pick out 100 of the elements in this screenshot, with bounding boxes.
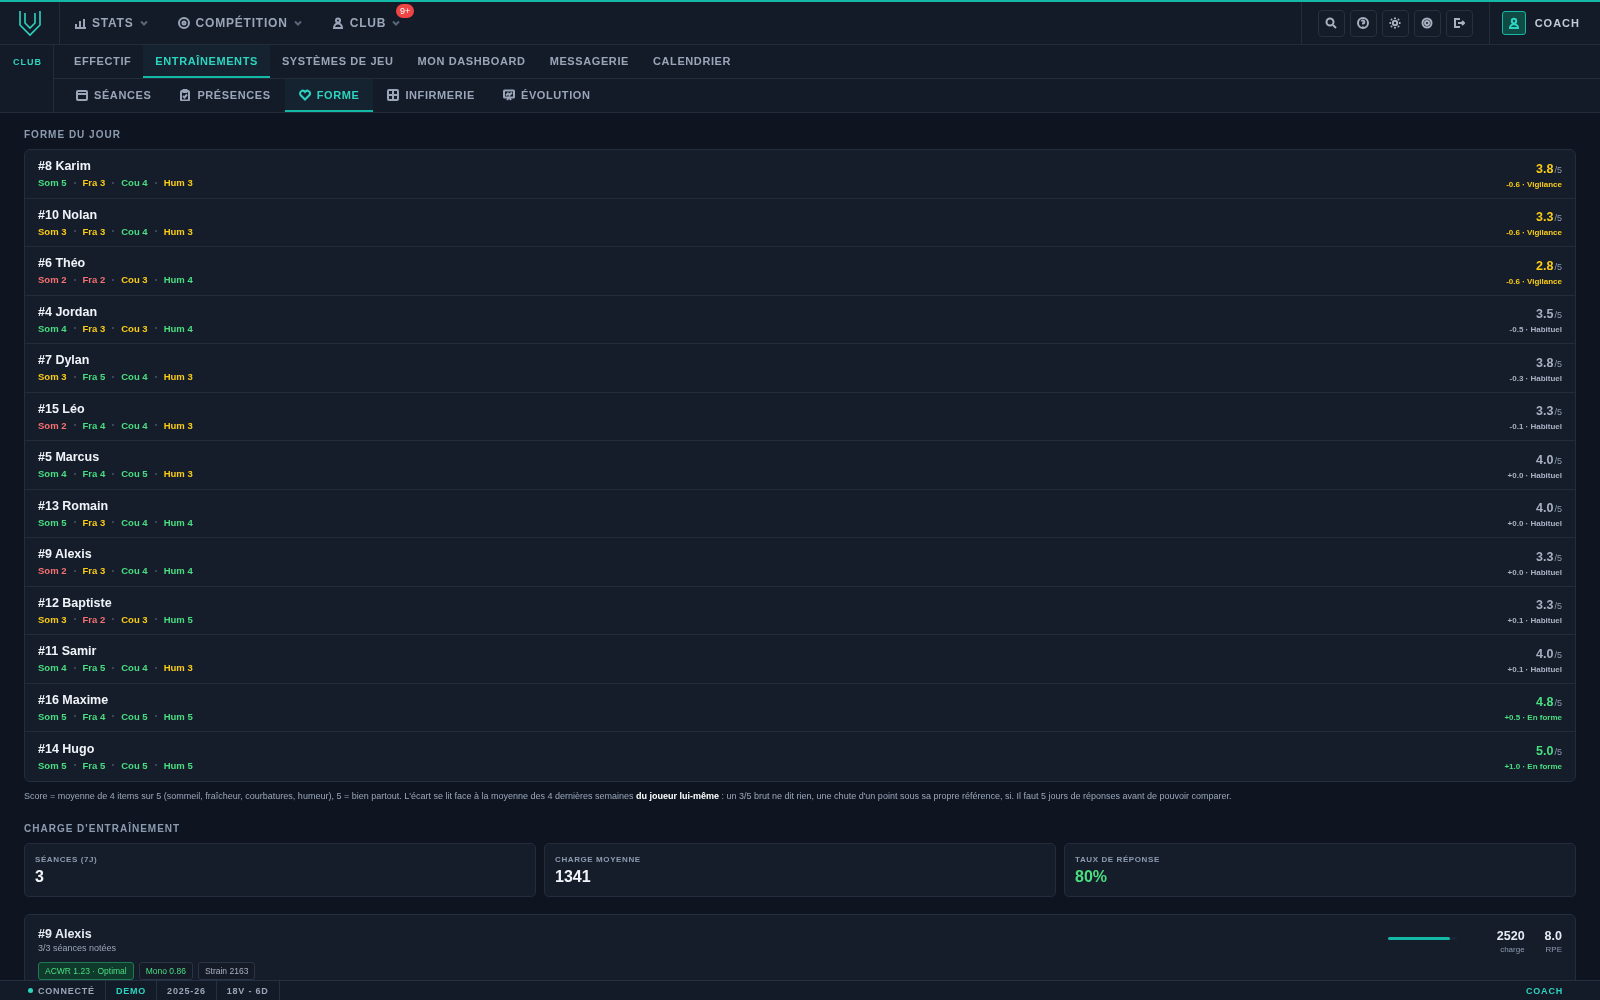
metric-value: Hum 5 xyxy=(163,710,193,722)
sub-tab[interactable]: INFIRMERIE xyxy=(373,79,489,112)
metric-value: Fra 4 xyxy=(82,419,106,431)
metric-value: Som 4 xyxy=(38,662,67,674)
metric-value: Hum 4 xyxy=(163,516,193,528)
metric-value: Fra 2 xyxy=(82,274,106,286)
form-score: 5.0 xyxy=(1536,744,1554,759)
metric-value: Hum 5 xyxy=(163,759,193,771)
metric-value: Fra 3 xyxy=(82,516,106,528)
status-text: 2025-26 xyxy=(167,985,206,996)
form-trend: -0.1 · Habituel xyxy=(1509,422,1562,432)
status-text: DEMO xyxy=(115,985,147,996)
caret-icon xyxy=(293,19,302,27)
form-trend: +1.0 · En forme xyxy=(1504,762,1562,772)
player-name: #6 Théo xyxy=(38,256,87,271)
metric-value: Som 4 xyxy=(38,322,67,334)
logout-button[interactable] xyxy=(1445,9,1473,37)
status-text: 18V - 6D xyxy=(226,985,269,996)
form-score: 3.3 xyxy=(1536,549,1554,564)
metric-value: Cou 4 xyxy=(121,371,148,383)
form-trend: +0.0 · Habituel xyxy=(1507,567,1562,577)
metric-tag: Strain 2163 xyxy=(197,961,256,980)
metric-value: Cou 4 xyxy=(121,662,148,674)
section-tab[interactable]: CALENDRIER xyxy=(641,45,744,78)
nav-menu[interactable]: STATS xyxy=(74,12,148,34)
sub-tab[interactable]: PRÉSENCES xyxy=(165,79,285,112)
sun-icon xyxy=(1389,17,1402,29)
load-label: charge xyxy=(1499,944,1525,954)
ratings-count: 3/3 séances notées xyxy=(38,942,118,953)
score-scale: /5 xyxy=(1554,649,1562,660)
score-scale: /5 xyxy=(1554,747,1562,758)
score-scale: /5 xyxy=(1554,164,1562,175)
form-score: 3.3 xyxy=(1536,598,1554,613)
metric-value: Fra 3 xyxy=(82,177,106,189)
metric-value: Hum 4 xyxy=(163,322,193,334)
metric-value: Fra 4 xyxy=(82,468,106,480)
explanation-note: Score = moyenne de 4 items sur 5 (sommeil, fraîcheur, courbatures, humeur), 5 = bien partout. L'écart se lit face à la moyenne des 4 dernières semaines du joueur lui-même : un 3/5 brut ne dit rien, une chute d'un point sous sa propre référence, si. Il faut 5 jours de réponses avant de pouvoir comparer. xyxy=(24,790,1233,801)
user-icon xyxy=(1507,17,1520,29)
metric-value: Hum 4 xyxy=(163,565,193,577)
form-score: 3.3 xyxy=(1536,404,1554,419)
score-scale: /5 xyxy=(1554,310,1562,321)
score-scale: /5 xyxy=(1554,261,1562,272)
metric-value: Fra 5 xyxy=(82,759,106,771)
settings-button[interactable] xyxy=(1413,9,1441,37)
metric-value: Cou 4 xyxy=(121,177,148,189)
metric-value: Cou 4 xyxy=(121,419,148,431)
section-label: CLUB xyxy=(0,45,54,112)
metric-value: Hum 5 xyxy=(163,613,193,625)
player-name: #12 Baptiste xyxy=(38,595,113,610)
help-button[interactable] xyxy=(1349,9,1377,37)
player-name: #9 Alexis xyxy=(38,926,93,941)
metric-value: Cou 3 xyxy=(121,613,148,625)
metric-value: Som 2 xyxy=(38,565,67,577)
section-tab[interactable]: MON DASHBOARD xyxy=(405,45,538,78)
nav-menu[interactable]: COMPÉTITION xyxy=(177,12,302,34)
search-button[interactable] xyxy=(1317,9,1345,37)
metric-value: Som 5 xyxy=(38,177,67,189)
player-name: #7 Dylan xyxy=(38,353,91,368)
metric-value: Fra 5 xyxy=(82,662,106,674)
rpe-label: RPE xyxy=(1544,944,1562,954)
form-score: 2.8 xyxy=(1536,258,1554,273)
section-heading: CHARGE D'ENTRAÎNEMENT xyxy=(24,822,182,834)
sub-tab[interactable]: FORME xyxy=(284,79,374,112)
score-scale: /5 xyxy=(1554,601,1562,612)
metric-value: Cou 3 xyxy=(121,274,148,286)
sun-button[interactable] xyxy=(1381,9,1409,37)
person-icon xyxy=(331,17,344,29)
player-name: #14 Hugo xyxy=(38,741,96,756)
grid-icon xyxy=(387,88,400,101)
help-icon xyxy=(1357,17,1370,29)
section-tab[interactable]: EFFECTIF xyxy=(62,45,144,78)
metric-value: Som 3 xyxy=(38,371,67,383)
calendar-icon xyxy=(76,88,88,101)
metric-tag: ACWR 1.23 · Optimal xyxy=(38,961,134,980)
metric-value: Cou 5 xyxy=(121,710,148,722)
score-scale: /5 xyxy=(1554,407,1562,418)
form-trend: +0.5 · En forme xyxy=(1504,713,1562,723)
stat-label: CHARGE MOYENNE xyxy=(555,854,642,864)
form-trend: +0.0 · Habituel xyxy=(1507,470,1562,480)
metric-value: Som 3 xyxy=(38,613,67,625)
section-tab[interactable]: SYSTÈMES DE JEU xyxy=(269,45,406,78)
metric-value: Cou 5 xyxy=(121,468,148,480)
metric-value: Hum 3 xyxy=(163,371,193,383)
metric-value: Fra 3 xyxy=(82,322,106,334)
sub-tab[interactable]: SÉANCES xyxy=(62,79,166,112)
form-trend: -0.6 · Vigilance xyxy=(1506,179,1562,189)
metric-value: Som 5 xyxy=(38,759,67,771)
section-tab[interactable]: MESSAGERIE xyxy=(537,45,641,78)
player-name: #8 Karim xyxy=(38,159,92,174)
user-avatar-button[interactable] xyxy=(1501,11,1526,35)
notification-badge: 9+ xyxy=(395,4,415,18)
form-score: 3.3 xyxy=(1536,210,1554,225)
sub-tab[interactable]: ÉVOLUTION xyxy=(488,79,605,112)
form-trend: -0.6 · Vigilance xyxy=(1506,276,1562,286)
metric-value: Som 3 xyxy=(38,225,67,237)
section-tab[interactable]: ENTRAÎNEMENTS xyxy=(143,45,270,78)
metric-value: Som 5 xyxy=(38,710,67,722)
score-scale: /5 xyxy=(1554,455,1562,466)
caret-icon xyxy=(139,19,148,27)
metric-value: Fra 5 xyxy=(82,371,106,383)
